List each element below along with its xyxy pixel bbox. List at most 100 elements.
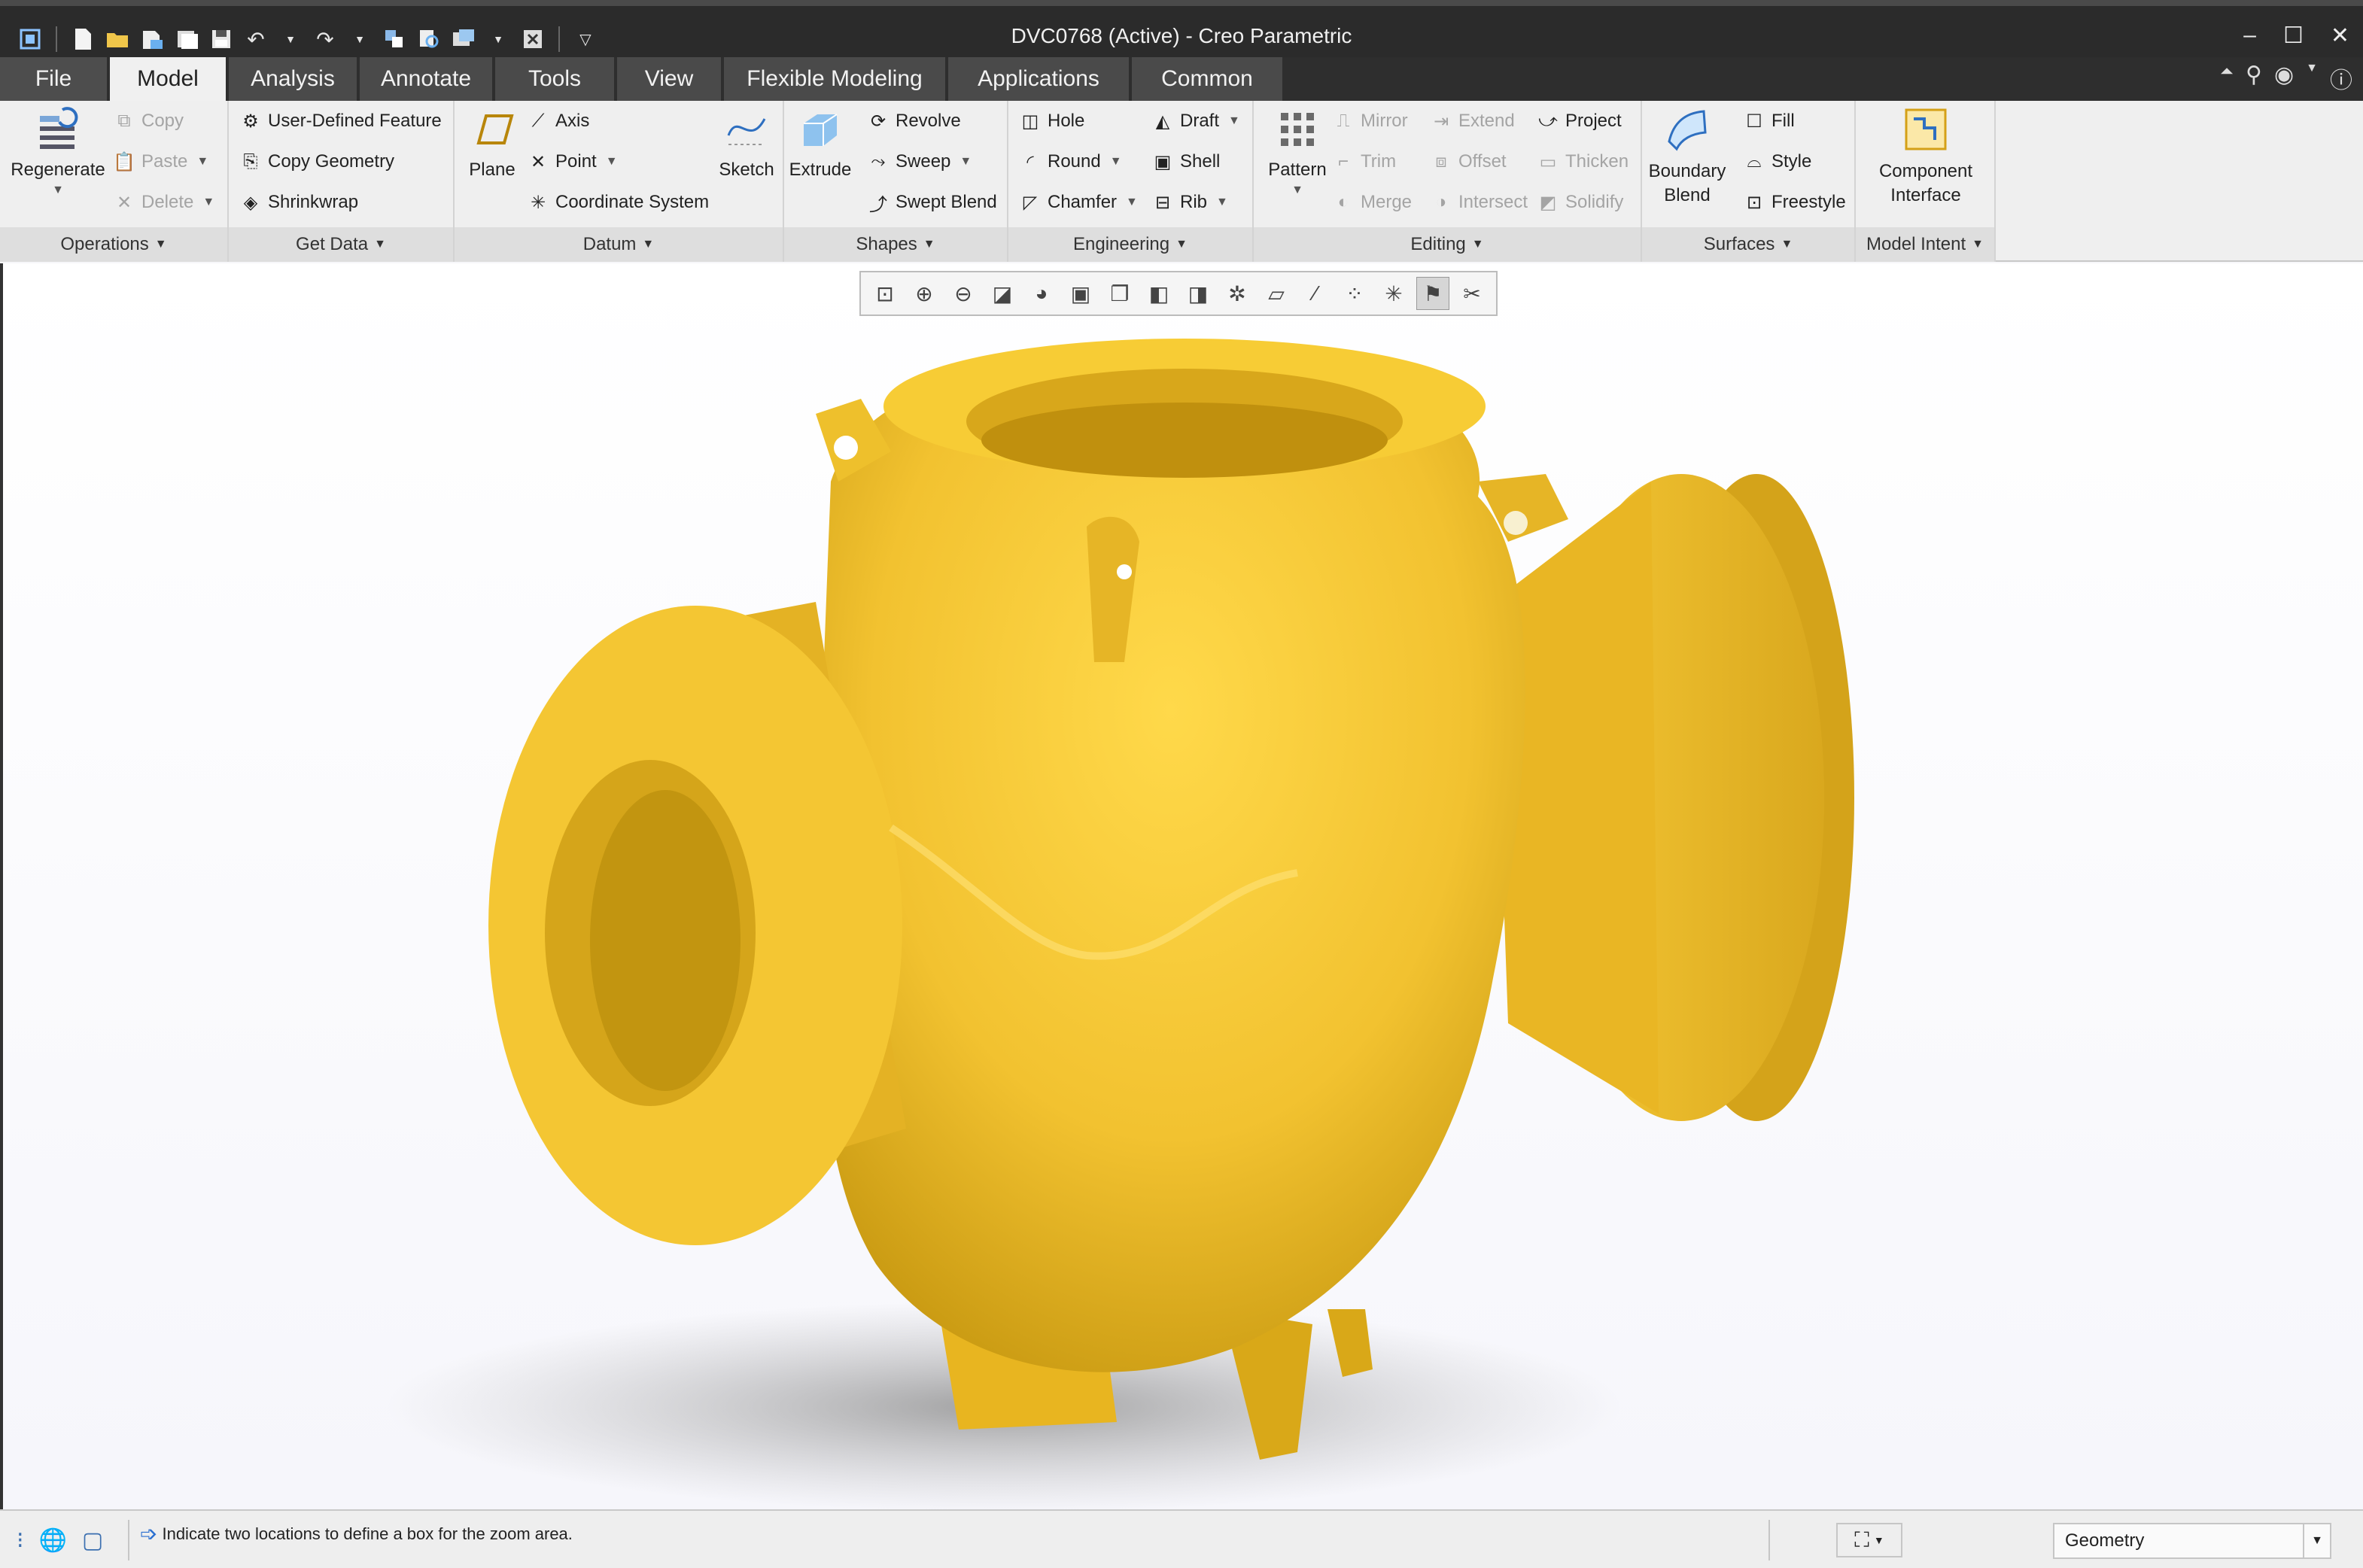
learning-connector-icon[interactable]: ◉ [2274,62,2294,95]
pattern-dropdown-icon[interactable]: ▼ [1291,184,1303,197]
zoom-out-icon[interactable]: ⊖ [947,277,980,310]
delete-dropdown-icon[interactable]: ▼ [202,196,214,209]
tab-common[interactable]: Common [1132,57,1282,101]
tab-applications[interactable]: Applications [948,57,1129,101]
chamfer-button[interactable]: ◸ Chamfer ▼ [1019,191,1138,214]
tab-view[interactable]: View [617,57,721,101]
regenerate-button[interactable]: Regenerate ▼ [9,105,107,197]
group-shapes-footer[interactable]: Shapes ▼ [784,227,1007,262]
group-engineering-footer[interactable]: Engineering ▼ [1008,227,1252,262]
valve-body-model[interactable] [3,263,2358,1509]
group-editing-footer[interactable]: Editing ▼ [1254,227,1641,262]
browser-toggle-icon[interactable]: 🌐 [39,1527,67,1554]
dropdown-icon[interactable]: ▼ [2306,62,2318,95]
axis-icon: ⟋ [531,111,545,131]
thicken-button[interactable]: ▭ Thicken [1537,150,1629,173]
copy-geometry-icon: ⎘ [243,151,258,172]
annotation-display-icon[interactable]: ✲ [1221,277,1254,310]
fill-button[interactable]: ☐ Fill [1743,110,1794,132]
group-datum-footer[interactable]: Datum ▼ [455,227,783,262]
plane-display-icon[interactable]: ▱ [1260,277,1293,310]
merge-button[interactable]: ◐ Merge [1332,191,1412,214]
display-style-icon[interactable]: ◕ [1025,277,1058,310]
point-display-icon[interactable]: ⁘ [1338,277,1371,310]
shell-button[interactable]: ▣ Shell [1151,150,1221,173]
group-get-data-footer[interactable]: Get Data ▼ [229,227,453,262]
sweep-button[interactable]: ⤳ Sweep ▼ [867,150,972,173]
zoom-in-icon[interactable]: ⊕ [908,277,941,310]
extrude-button[interactable]: Extrude [789,105,851,181]
perspective-icon[interactable]: ◧ [1142,277,1175,310]
close-icon[interactable]: ✕ [2331,23,2349,49]
copy-geometry-button[interactable]: ⎘ Copy Geometry [239,150,394,173]
extend-button[interactable]: ⇥ Extend [1430,110,1515,132]
trim-button[interactable]: ⌐ Trim [1332,150,1396,173]
axis-display-icon[interactable]: ⁄ [1299,277,1332,310]
spin-center-icon[interactable]: ⚑ [1416,277,1449,310]
solidify-button[interactable]: ◩ Solidify [1537,191,1624,214]
freestyle-button[interactable]: ⊡ Freestyle [1743,191,1846,214]
minimize-icon[interactable]: – [2243,23,2256,49]
tab-tools[interactable]: Tools [495,57,614,101]
group-operations-footer[interactable]: Operations ▼ [0,227,227,262]
delete-button[interactable]: ✕ Delete ▼ [113,191,214,214]
pattern-button[interactable]: Pattern ▼ [1260,105,1335,197]
filter-dropdown-icon[interactable]: ▼ [2303,1524,2330,1557]
paste-dropdown-icon[interactable]: ▼ [196,155,208,169]
point-dropdown-icon[interactable]: ▼ [606,155,618,169]
group-surfaces-footer[interactable]: Surfaces ▼ [1642,227,1854,262]
refit-icon[interactable]: ⊡ [868,277,902,310]
axis-button[interactable]: ⟋ Axis [527,110,590,132]
model-tree-toggle-icon[interactable]: ⁝ [17,1527,24,1554]
chamfer-dropdown-icon[interactable]: ▼ [1126,196,1138,209]
component-interface-button[interactable]: Component Interface [1863,105,1988,208]
tab-flexible-modeling[interactable]: Flexible Modeling [724,57,945,101]
project-button[interactable]: ⤻ Project [1537,110,1622,132]
tab-model[interactable]: Model [110,57,226,101]
sketch-button[interactable]: Sketch [710,105,783,181]
paste-button[interactable]: 📋 Paste ▼ [113,150,208,173]
section-icon[interactable]: ◨ [1182,277,1215,310]
draft-dropdown-icon[interactable]: ▼ [1228,114,1240,128]
selection-filter-select[interactable]: Geometry ▼ [2053,1523,2331,1559]
group-model-intent-footer[interactable]: Model Intent ▼ [1856,227,1994,262]
revolve-button[interactable]: ⟳ Revolve [867,110,961,132]
full-screen-icon[interactable]: ▢ [82,1527,103,1554]
repaint-icon[interactable]: ◪ [986,277,1019,310]
mirror-button[interactable]: ⎍ Mirror [1332,110,1408,132]
offset-button[interactable]: ⧈ Offset [1430,150,1506,173]
view-manager-icon[interactable]: ❐ [1103,277,1136,310]
csys-display-icon[interactable]: ✳ [1377,277,1410,310]
tab-annotate[interactable]: Annotate [360,57,492,101]
hole-button[interactable]: ◫ Hole [1019,110,1085,132]
copy-button[interactable]: ⧉ Copy [113,110,184,132]
rib-button[interactable]: ⊟ Rib ▼ [1151,191,1228,214]
collapse-ribbon-icon[interactable]: ⏶ [2220,62,2234,95]
regenerate-dropdown-icon[interactable]: ▼ [52,184,64,197]
point-button[interactable]: ✕ Point ▼ [527,150,618,173]
annotation-icon[interactable]: ✂ [1455,277,1489,310]
tab-analysis[interactable]: Analysis [229,57,357,101]
graphics-window[interactable]: ⊡ ⊕ ⊖ ◪ ◕ ▣ ❐ ◧ ◨ ✲ ▱ ⁄ ⁘ ✳ ⚑ ✂ [0,263,2363,1509]
rib-dropdown-icon[interactable]: ▼ [1216,196,1228,209]
shrinkwrap-button[interactable]: ◈ Shrinkwrap [239,191,358,214]
plane-button[interactable]: Plane [459,105,525,181]
find-button[interactable]: ⛶ ▼ [1836,1523,1902,1557]
user-defined-feature-button[interactable]: ⚙ User-Defined Feature [239,110,442,132]
round-dropdown-icon[interactable]: ▼ [1110,155,1122,169]
maximize-icon[interactable]: ☐ [2283,23,2304,49]
intersect-button[interactable]: ◑ Intersect [1430,191,1528,214]
find-dropdown-icon[interactable]: ▼ [1874,1534,1884,1546]
right-flange [1493,474,1854,1121]
style-button[interactable]: ⌓ Style [1743,150,1812,173]
tab-file[interactable]: File [0,57,107,101]
search-icon[interactable]: ⚲ [2246,62,2262,95]
round-button[interactable]: ◜ Round ▼ [1019,150,1122,173]
saved-orientations-icon[interactable]: ▣ [1064,277,1097,310]
draft-button[interactable]: ◭ Draft ▼ [1151,110,1240,132]
sweep-dropdown-icon[interactable]: ▼ [959,155,972,169]
boundary-blend-button[interactable]: Boundary Blend [1649,105,1726,208]
swept-blend-button[interactable]: ⤴ Swept Blend [867,191,997,215]
help-icon[interactable]: ⓘ [2330,62,2352,95]
coordinate-system-button[interactable]: ✳ Coordinate System [527,191,709,214]
